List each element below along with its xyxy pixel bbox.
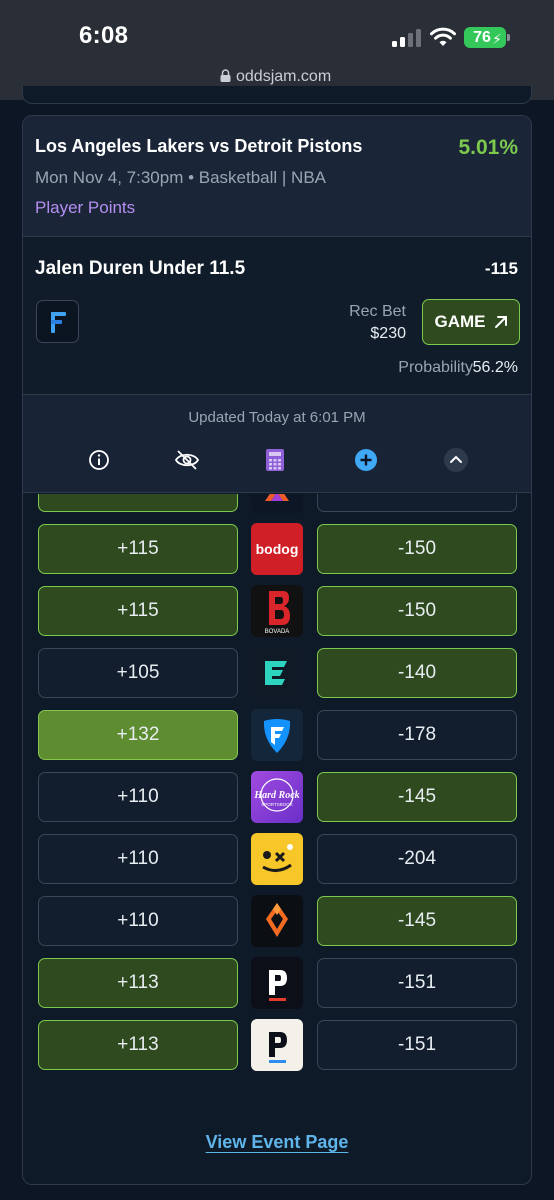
bet-name: Jalen Duren Under 11.5: [35, 258, 246, 279]
probability-label: Probability: [398, 359, 473, 376]
under-odds-value: -145: [397, 910, 437, 931]
over-odds-value: +110: [117, 786, 159, 807]
over-odds-value: +105: [116, 662, 160, 683]
svg-text:bodog: bodog: [256, 541, 299, 557]
over-odds-value: +113: [117, 1034, 159, 1055]
status-time: 6:08: [79, 22, 129, 49]
svg-text:Hard Rock: Hard Rock: [253, 790, 299, 801]
over-odds-button[interactable]: +110: [38, 896, 238, 946]
fanduel-logo-icon[interactable]: [251, 709, 303, 761]
over-odds-button[interactable]: +110: [38, 834, 238, 884]
sportsbook-logo[interactable]: [36, 300, 79, 343]
under-odds-button[interactable]: -145: [317, 896, 517, 946]
over-odds-button[interactable]: +113: [38, 958, 238, 1008]
wifi-icon: [430, 27, 456, 46]
match-meta: Mon Nov 4, 7:30pm • Basketball | NBA: [35, 168, 327, 187]
add-icon[interactable]: [353, 447, 379, 473]
charging-bolt-icon: ⚡: [492, 31, 502, 47]
view-event-link-wrap: View Event Page: [23, 1132, 531, 1153]
under-odds-value: -150: [397, 538, 437, 559]
battery-indicator: 76 ⚡: [464, 27, 506, 48]
bet-card: Los Angeles Lakers vs Detroit Pistons 5.…: [22, 115, 532, 1185]
edge-percentage: 5.01%: [458, 136, 518, 159]
info-icon[interactable]: [86, 447, 112, 473]
under-odds-button[interactable]: -150: [317, 524, 517, 574]
over-odds-button[interactable]: +105: [38, 648, 238, 698]
over-odds-value: +113: [117, 972, 159, 993]
rec-bet-amount: $230: [370, 325, 406, 342]
previous-card-edge: [22, 86, 532, 104]
under-odds-button[interactable]: -151: [317, 1020, 517, 1070]
over-odds-button[interactable]: +115: [38, 524, 238, 574]
over-odds-button[interactable]: +113: [38, 1020, 238, 1070]
under-odds-button[interactable]: [317, 494, 517, 512]
under-odds-button[interactable]: -151: [317, 958, 517, 1008]
market-name: Player Points: [35, 198, 136, 217]
under-odds-value: -151: [397, 972, 437, 993]
over-odds-button[interactable]: +110: [38, 772, 238, 822]
svg-text:BOVADA: BOVADA: [265, 629, 290, 635]
fliff-icon: [51, 312, 66, 333]
rec-bet-label: Rec Bet: [349, 303, 406, 320]
bovada-logo-icon[interactable]: BOVADA: [251, 585, 303, 637]
cellular-signal-icon: [392, 29, 422, 47]
over-odds-button[interactable]: [38, 494, 238, 512]
page-url[interactable]: oddsjam.com: [236, 68, 331, 86]
probability-value: 56.2%: [472, 359, 518, 376]
draftkings-logo-icon[interactable]: [251, 895, 303, 947]
hide-icon[interactable]: [174, 447, 200, 473]
prizepicks-light-logo-icon[interactable]: [251, 1019, 303, 1071]
under-odds-value: -178: [397, 724, 437, 745]
game-button-label: GAME: [434, 312, 486, 331]
match-title: Los Angeles Lakers vs Detroit Pistons: [35, 136, 363, 156]
view-event-page-link[interactable]: View Event Page: [206, 1132, 349, 1152]
under-odds-value: -145: [397, 786, 437, 807]
partial-book-logo-icon[interactable]: [251, 494, 303, 513]
under-odds-value: -150: [397, 600, 437, 621]
under-odds-value: -204: [397, 848, 437, 869]
sleeper-logo-icon[interactable]: [251, 833, 303, 885]
over-odds-value: +132: [116, 724, 160, 745]
under-odds-button[interactable]: -178: [317, 710, 517, 760]
over-odds-value: +110: [117, 848, 159, 869]
hard-rock-logo-icon[interactable]: Hard Rock SPORTSBOOK: [251, 771, 303, 823]
battery-level: 76: [473, 29, 491, 46]
odds-rows: +115 bodog -150 +115 BOVADA -150 +105 -140 +132 -…: [23, 494, 531, 1094]
under-odds-button[interactable]: -145: [317, 772, 517, 822]
under-odds-button[interactable]: -150: [317, 586, 517, 636]
calculator-icon[interactable]: [262, 447, 288, 473]
over-odds-value: +115: [117, 538, 159, 559]
betr-logo-icon[interactable]: [251, 647, 303, 699]
over-odds-button[interactable]: +115: [38, 586, 238, 636]
collapse-icon[interactable]: [443, 447, 469, 473]
under-odds-value: -140: [397, 662, 437, 683]
bet-odds: -115: [484, 259, 518, 278]
over-odds-value: +110: [117, 910, 159, 931]
svg-text:SPORTSBOOK: SPORTSBOOK: [261, 802, 292, 807]
under-odds-button[interactable]: -140: [317, 648, 517, 698]
updated-section: Updated Today at 6:01 PM: [23, 395, 531, 493]
prizepicks-dark-logo-icon[interactable]: [251, 957, 303, 1009]
updated-timestamp: Updated Today at 6:01 PM: [188, 409, 366, 426]
card-header: Los Angeles Lakers vs Detroit Pistons 5.…: [23, 116, 531, 237]
over-odds-value: +115: [117, 600, 159, 621]
under-odds-value: -151: [397, 1034, 437, 1055]
game-button[interactable]: GAME: [422, 299, 520, 345]
bet-section: Jalen Duren Under 11.5 -115 Rec Bet $230…: [23, 237, 531, 395]
under-odds-button[interactable]: -204: [317, 834, 517, 884]
external-arrow-icon: [494, 316, 507, 328]
over-odds-button[interactable]: +132: [38, 710, 238, 760]
bodog-logo-icon[interactable]: bodog: [251, 523, 303, 575]
battery-cap: [507, 34, 510, 41]
lock-icon: [220, 69, 231, 82]
